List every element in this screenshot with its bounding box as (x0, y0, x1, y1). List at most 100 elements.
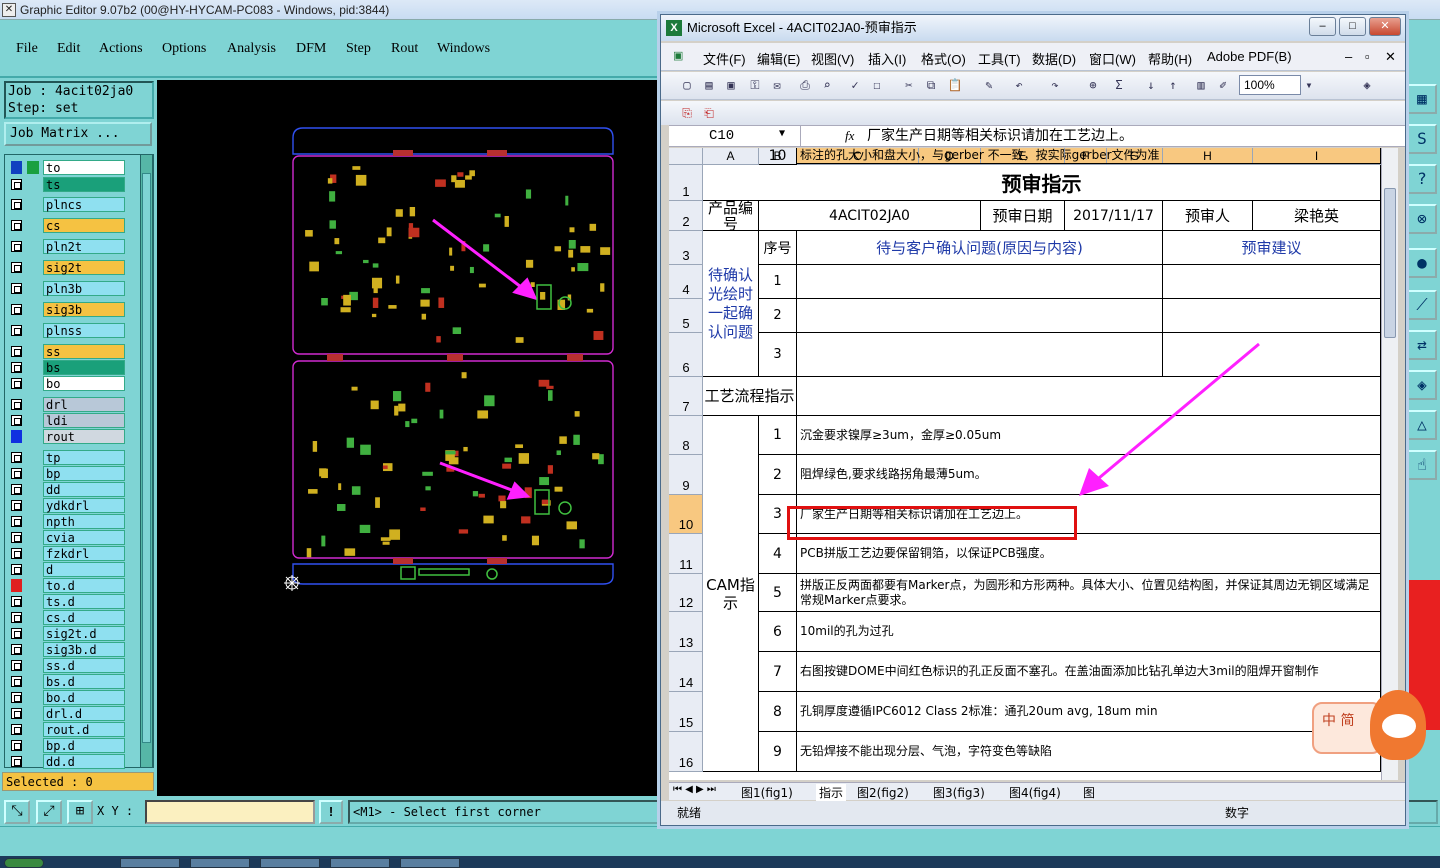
zoom-area-icon[interactable]: ⤡ (4, 800, 30, 824)
layer-row-bs-d[interactable]: bs.d (7, 674, 127, 689)
layer-checkbox[interactable] (11, 484, 22, 495)
tab-fig[interactable]: 图 (1083, 784, 1095, 801)
name-box-dropdown-icon[interactable]: ▼ (779, 128, 785, 139)
tool-help-icon[interactable]: ? (1407, 164, 1437, 194)
layer-row-ts-d[interactable]: ts.d (7, 594, 127, 609)
menu-actions[interactable]: Actions (99, 41, 143, 57)
layer-name[interactable]: d (43, 562, 125, 577)
layer-row-bp[interactable]: bp (7, 466, 127, 481)
tab-fig4[interactable]: 图4(fig4) (1009, 784, 1061, 801)
menu-data-cn[interactable]: 数据(D) (1032, 49, 1076, 68)
layer-row-cvia[interactable]: cvia (7, 530, 127, 545)
layer-row-cs[interactable]: cs (7, 218, 127, 233)
taskbar-item[interactable] (400, 858, 460, 868)
menu-insert-cn[interactable]: 插入(I) (868, 49, 906, 68)
fx-icon[interactable]: fx (845, 126, 865, 146)
layer-checkbox[interactable] (11, 452, 22, 463)
tab-nav-icon[interactable]: ⏮ ◀ ▶ ⏭ (673, 784, 716, 795)
menu-edit[interactable]: Edit (57, 41, 80, 57)
layer-checkbox[interactable] (11, 724, 22, 735)
close-button[interactable]: ✕ (1369, 17, 1401, 36)
open-icon[interactable]: ▤ (701, 77, 717, 93)
tool-record-icon[interactable]: ● (1407, 248, 1437, 278)
layer-checkbox[interactable] (11, 262, 22, 273)
doc-restore-icon[interactable]: ▫ (1365, 49, 1370, 64)
layer-row-ldi[interactable]: ldi (7, 413, 127, 428)
layer-checkbox[interactable] (11, 628, 22, 639)
layer-checkbox[interactable] (11, 756, 22, 767)
layer-name[interactable]: cvia (43, 530, 125, 545)
menu-analysis[interactable]: Analysis (227, 41, 276, 57)
layer-checkbox[interactable] (11, 660, 22, 671)
warning-button[interactable]: ! (319, 800, 343, 824)
layer-checkbox[interactable] (11, 692, 22, 703)
measure-icon[interactable]: ⤢ (36, 800, 62, 824)
layer-row-ts[interactable]: ts (7, 177, 127, 192)
paste-icon[interactable]: 📋 (947, 77, 963, 93)
excel-scroll-thumb[interactable] (1384, 188, 1396, 338)
permission-icon[interactable]: ⚿ (747, 77, 763, 93)
layer-name[interactable]: sig2t (43, 260, 125, 275)
layer-row-pln2t[interactable]: pln2t (7, 239, 127, 254)
layer-checkbox[interactable] (11, 516, 22, 527)
layer-checkbox[interactable] (11, 415, 22, 426)
layer-row-plncs[interactable]: plncs (7, 197, 127, 212)
menu-file-cn[interactable]: 文件(F) (703, 49, 746, 68)
ime-mascot[interactable]: 中 简 (1312, 690, 1432, 770)
layer-name[interactable]: rout.d (43, 722, 125, 737)
layer-name[interactable]: plncs (43, 197, 125, 212)
fill-color-icon[interactable]: ◈ (1359, 77, 1375, 93)
menu-view-cn[interactable]: 视图(V) (811, 49, 854, 68)
tool-arc-icon[interactable]: △ (1407, 410, 1437, 440)
layer-row-sig2t[interactable]: sig2t (7, 260, 127, 275)
menu-options[interactable]: Options (162, 41, 206, 57)
menu-tools-cn[interactable]: 工具(T) (978, 49, 1021, 68)
tool-snap-icon[interactable]: S (1407, 124, 1437, 154)
layer-checkbox[interactable] (11, 283, 22, 294)
layer-checkbox[interactable] (11, 378, 22, 389)
layer-checkbox[interactable] (11, 708, 22, 719)
print-icon[interactable]: ⎙ (797, 77, 813, 93)
layer-row-rout[interactable]: rout (7, 429, 127, 444)
print-preview-icon[interactable]: ⌕ (819, 77, 835, 93)
layer-name[interactable]: ts (43, 177, 125, 192)
copy-icon[interactable]: ⧉ (923, 77, 939, 93)
chart-icon[interactable]: ▥ (1193, 77, 1209, 93)
pdf-convert-icon[interactable]: ⎘ (679, 105, 695, 121)
layer-row-ss[interactable]: ss (7, 344, 127, 359)
layer-checkbox[interactable] (11, 199, 22, 210)
autosum-icon[interactable]: Σ (1111, 77, 1127, 93)
xy-input[interactable] (145, 800, 315, 824)
layer-row-bp-d[interactable]: bp.d (7, 738, 127, 753)
layer-checkbox[interactable] (11, 325, 22, 336)
tab-fig1[interactable]: 图1(fig1) (741, 784, 793, 801)
layer-checkbox[interactable] (11, 644, 22, 655)
layer-checkbox[interactable] (11, 500, 22, 511)
layer-row-to-d[interactable]: to.d (7, 578, 127, 593)
layer-checkbox[interactable] (11, 346, 22, 357)
zoom-dropdown-icon[interactable]: ▾ (1301, 77, 1317, 93)
layer-name[interactable]: pln3b (43, 281, 125, 296)
menu-adobe-pdf[interactable]: Adobe PDF(B) (1207, 49, 1292, 64)
tab-fig3[interactable]: 图3(fig3) (933, 784, 985, 801)
layer-name[interactable]: ydkdrl (43, 498, 125, 513)
taskbar-item[interactable] (120, 858, 180, 868)
pdf-email-icon[interactable]: ⎗ (701, 105, 717, 121)
sort-desc-icon[interactable]: ↑ (1165, 77, 1181, 93)
layer-name[interactable]: drl (43, 397, 125, 412)
layer-name[interactable]: to.d (43, 578, 125, 593)
menu-dfm[interactable]: DFM (296, 41, 326, 57)
format-painter-icon[interactable]: ✎ (981, 77, 997, 93)
layer-name[interactable]: dd (43, 482, 125, 497)
layer-row-ydkdrl[interactable]: ydkdrl (7, 498, 127, 513)
job-matrix-button[interactable]: Job Matrix ... (4, 122, 152, 146)
layer-row-pln3b[interactable]: pln3b (7, 281, 127, 296)
layer-checkbox[interactable] (11, 676, 22, 687)
menu-window-cn[interactable]: 窗口(W) (1089, 49, 1136, 68)
layer-row-bo-d[interactable]: bo.d (7, 690, 127, 705)
layer-name[interactable]: bo.d (43, 690, 125, 705)
email-icon[interactable]: ✉ (769, 77, 785, 93)
tool-line-icon[interactable]: ⟋ (1407, 290, 1437, 320)
layer-name[interactable]: pln2t (43, 239, 125, 254)
sort-asc-icon[interactable]: ↓ (1143, 77, 1159, 93)
